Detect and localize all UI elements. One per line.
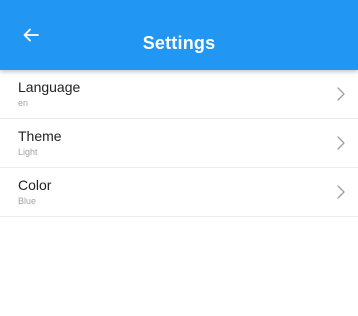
- settings-item-label: Color: [18, 177, 52, 193]
- page-title: Settings: [142, 33, 216, 53]
- settings-item-value: Light: [18, 147, 38, 157]
- app-bar: Settings: [0, 0, 358, 70]
- settings-item-theme[interactable]: Theme Light: [0, 119, 358, 168]
- settings-item-label: Theme: [18, 128, 62, 144]
- settings-item-value: Blue: [18, 196, 37, 206]
- settings-item-language[interactable]: Language en: [0, 70, 358, 119]
- settings-list: Language en Theme Light Color Blue: [0, 70, 358, 217]
- settings-item-color[interactable]: Color Blue: [0, 168, 358, 217]
- chevron-right-icon: [337, 185, 345, 199]
- settings-item-label: Language: [18, 79, 81, 95]
- chevron-right-icon: [337, 87, 345, 101]
- settings-item-value: en: [18, 98, 29, 108]
- chevron-right-icon: [337, 136, 345, 150]
